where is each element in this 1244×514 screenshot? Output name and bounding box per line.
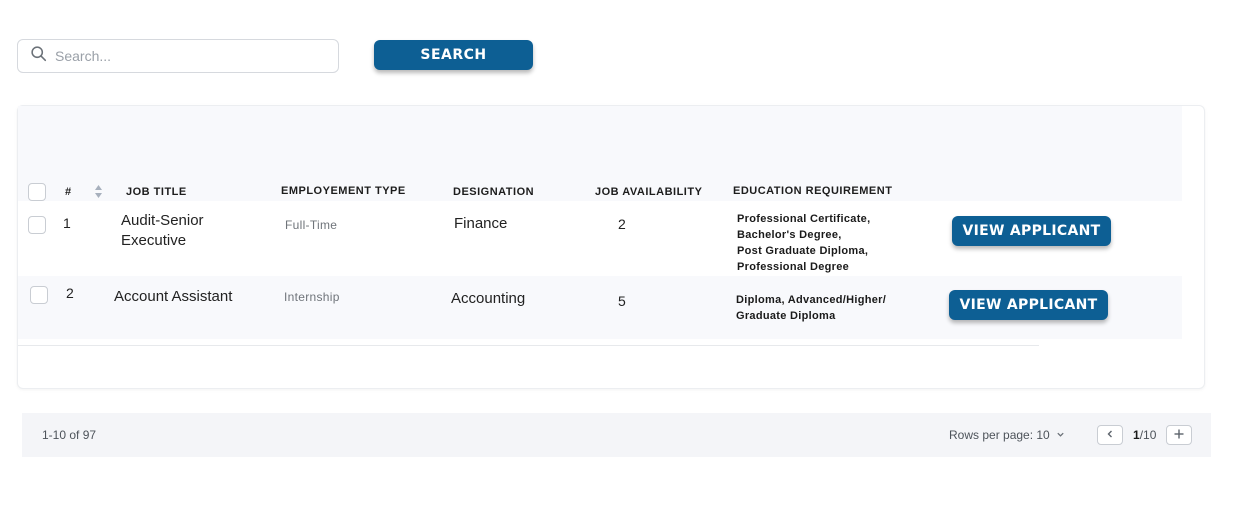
search-button[interactable]: SEARCH [374, 40, 533, 70]
job-title: Audit-Senior Executive [121, 212, 204, 249]
total-pages: /10 [1139, 428, 1157, 442]
employment-type: Full-Time [285, 218, 338, 232]
rows-per-page-select[interactable]: Rows per page: 10 [949, 428, 1065, 442]
job-availability: 5 [618, 293, 626, 309]
column-header-employment-type: EMPLOYEMENT TYPE [281, 185, 406, 197]
column-header-job-availability: JOB AVAILABILITY [595, 186, 703, 198]
column-header-education: EDUCATION REQUIREMENT [733, 185, 893, 197]
pagination-bar: 1-10 of 97 Rows per page: 10 1/10 [22, 413, 1211, 457]
view-applicant-button[interactable]: VIEW APPLICANT [952, 216, 1111, 246]
chevron-down-icon [1050, 428, 1065, 442]
designation: Finance [454, 215, 508, 232]
sort-icon[interactable] [94, 185, 103, 198]
rows-per-page-label: Rows per page: 10 [949, 428, 1050, 442]
column-header-designation: DESIGNATION [453, 186, 535, 198]
chevron-left-icon [1105, 426, 1115, 444]
next-page-button[interactable] [1166, 425, 1192, 445]
row-checkbox[interactable] [30, 286, 48, 304]
plus-icon [1174, 426, 1184, 444]
employment-type: Internship [284, 290, 340, 304]
designation: Accounting [451, 290, 526, 307]
column-header-number[interactable]: # [65, 186, 72, 198]
record-range: 1-10 of 97 [42, 428, 97, 442]
job-title: Account Assistant [114, 288, 233, 305]
row-number: 1 [63, 215, 71, 231]
education-requirement: Diploma, Advanced/Higher/ Graduate Diplo… [736, 294, 887, 322]
row-checkbox[interactable] [28, 216, 46, 234]
search-field[interactable] [17, 39, 339, 73]
jobs-table: # JOB TITLE EMPLOYEMENT TYPE DESIGNATION… [17, 105, 1205, 389]
column-header-job-title: JOB TITLE [126, 186, 187, 198]
education-requirement: Professional Certificate, Bachelor's Deg… [737, 213, 871, 273]
current-page: 1 [1133, 428, 1140, 442]
page-indicator: 1/10 [1133, 428, 1156, 442]
job-availability: 2 [618, 216, 626, 232]
view-applicant-button[interactable]: VIEW APPLICANT [949, 290, 1108, 320]
search-input[interactable] [55, 48, 315, 64]
search-icon [30, 45, 47, 67]
table-divider [18, 345, 1039, 346]
select-all-checkbox[interactable] [28, 183, 46, 201]
prev-page-button[interactable] [1097, 425, 1123, 445]
row-number: 2 [66, 285, 74, 301]
